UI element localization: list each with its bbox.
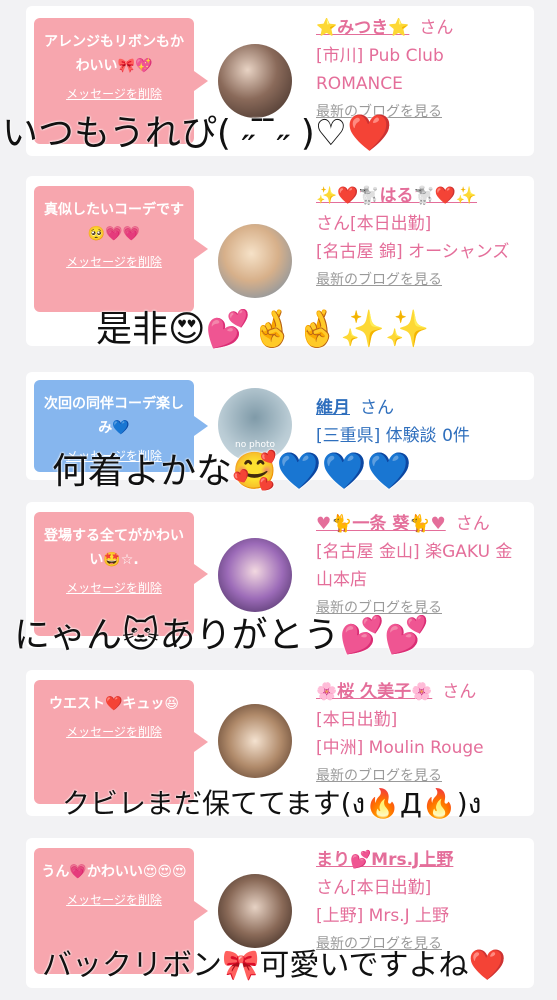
profile-name-link[interactable]: 維月	[316, 398, 350, 418]
delete-message-link[interactable]: メッセージを削除	[40, 86, 188, 102]
profile-name-link[interactable]: ⭐️みつき⭐️	[316, 18, 409, 38]
shop-info: [上野] Mrs.J 上野	[316, 906, 450, 926]
honorific: さん	[442, 682, 477, 702]
avatar[interactable]	[218, 538, 292, 612]
message-text: ウエスト❤️キュッ😆	[48, 696, 180, 712]
delete-message-link[interactable]: メッセージを削除	[40, 892, 188, 908]
overlay-caption: クビレまだ保ててます(ง🔥Д🔥)ง	[62, 787, 482, 820]
delete-message-link[interactable]: メッセージを削除	[40, 724, 188, 740]
work-status: [本日出勤]	[316, 710, 398, 730]
work-status: さん[本日出勤]	[316, 878, 432, 898]
delete-message-link[interactable]: メッセージを削除	[40, 254, 188, 270]
honorific: さん	[455, 514, 490, 534]
avatar[interactable]	[218, 874, 292, 948]
profile-info: 🌸桜 久美子🌸 さん [本日出勤] [中洲] Moulin Rouge 最新のブロ…	[316, 678, 524, 790]
overlay-caption: にゃん🐱ありがとう💕💕	[14, 615, 430, 656]
honorific: さん	[360, 398, 394, 418]
delete-message-link[interactable]: メッセージを削除	[40, 580, 188, 596]
avatar[interactable]	[218, 704, 292, 778]
overlay-caption: 何着よかな🥰💙💙💙	[52, 451, 412, 492]
message-list-screen: { "cards": [ { "message": "アレンジもリボンもかわいい…	[0, 0, 557, 1000]
overlay-caption: バックリボン🎀可愛いですよね❤️	[42, 948, 506, 983]
profile-name-link[interactable]: 🌸桜 久美子🌸	[316, 682, 432, 702]
message-text: 次回の同伴コーデ楽しみ💙	[44, 396, 184, 436]
avatar[interactable]	[218, 224, 292, 298]
profile-info: ✨❤️🐩はる🐩❤️✨ さん[本日出勤] [名古屋 錦] オーシャンズ 最新のブロ…	[316, 182, 524, 294]
profile-name-link[interactable]: ✨❤️🐩はる🐩❤️✨	[316, 186, 477, 206]
honorific: さん	[419, 18, 454, 38]
message-bubble: 真似したいコーデです🥺💗💗 メッセージを削除	[34, 186, 208, 312]
message-text: 登場する全てがかわいい🤩☆.	[44, 528, 184, 568]
shop-info: [名古屋 錦] オーシャンズ	[316, 242, 510, 262]
shop-info: [市川] Pub Club ROMANCE	[316, 46, 444, 94]
work-status: さん[本日出勤]	[316, 214, 432, 234]
message-text: アレンジもリボンもかわいい🎀💖	[44, 34, 184, 74]
overlay-caption: 是非😍💕🤞🤞✨✨	[96, 309, 430, 350]
overlay-caption: いつもうれぴ( ˶ ̄ ̄˶ )♡❤️	[2, 113, 392, 154]
profile-name-link[interactable]: ♥🐈一条 葵🐈♥	[316, 514, 446, 534]
message-text: 真似したいコーデです🥺💗💗	[44, 202, 184, 242]
message-text: うん💗かわいい😍😍😍	[41, 864, 187, 880]
latest-blog-link[interactable]: 最新のブログを見る	[316, 266, 524, 294]
shop-info: [名古屋 金山] 楽GAKU 金山本店	[316, 542, 513, 590]
profile-name-link[interactable]: まり💕Mrs.J上野	[316, 850, 453, 870]
shop-info: [中洲] Moulin Rouge	[316, 738, 484, 758]
